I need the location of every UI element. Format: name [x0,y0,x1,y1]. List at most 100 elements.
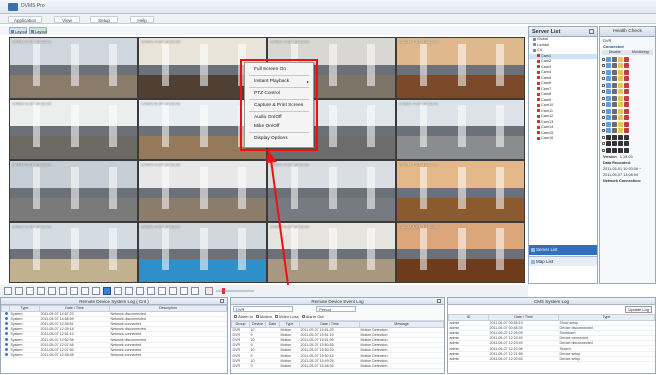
pin-icon[interactable] [220,299,224,303]
layout-6x6-button[interactable] [92,287,100,295]
app-logo-icon [8,3,18,11]
health-checkbox[interactable] [602,57,605,61]
event-log-selectors: DVR Period [231,305,444,313]
health-checkbox[interactable] [602,109,605,113]
camera-tile[interactable]: CAMM 5-CP 14:52:26 [10,99,137,159]
health-checkbox[interactable] [602,148,605,152]
table-row[interactable]: admin 2011-05-07 12:20:45 Device setup [448,356,655,363]
health-checkbox[interactable] [602,122,605,126]
menu-item-ptz-control[interactable]: PTZ Control [245,89,313,98]
health-checkbox[interactable] [602,77,605,81]
layout-3x4-button[interactable] [158,287,166,295]
table-cell [265,363,280,370]
server-list-button[interactable]: Server List [529,245,597,255]
camera-scene-pillar [70,166,79,209]
speaker-icon[interactable] [205,287,213,295]
camera-tile[interactable]: CAMM 5-CP 14:52:26 [10,161,137,221]
layout-1x1-button[interactable] [4,287,12,295]
menu-item-capture-print[interactable]: Capture & Print Screen [245,101,313,110]
camera-label: CAMM 5-CP 14:52:26 [12,100,52,106]
camera-tile[interactable]: CAMM 5-CP 14:52:26 [10,222,137,282]
camera-tile[interactable]: CAMM 4-CP 14:52:26 [397,99,524,159]
menu-view[interactable]: View [54,15,80,23]
layout-2x3-button[interactable] [147,287,155,295]
health-checkbox[interactable] [602,129,605,133]
period-select[interactable]: Period [316,306,357,312]
pin-icon[interactable] [437,299,441,303]
health-status-icon [618,141,623,147]
health-checkbox[interactable] [602,64,605,68]
health-status-icon [606,76,611,82]
health-status-icon [624,89,629,95]
camera-scene-pillar [70,43,79,86]
layout-10x10-button[interactable] [136,287,144,295]
camera-tile[interactable]: CAMM 4-CP 14:52:26 [139,222,266,282]
layout-7x7-button[interactable] [103,287,111,295]
health-checkbox[interactable] [602,96,605,100]
menu-help[interactable]: Help [130,15,154,23]
filter-label: Video Loss [278,314,299,319]
map-list-button[interactable]: Map List [529,256,597,266]
layout-tabs: Layout 1 Layout 2 [0,26,528,41]
layout-8x8-button[interactable] [114,287,122,295]
health-checkbox[interactable] [602,103,605,107]
filter-motion[interactable]: Motion [255,314,272,319]
update-log-button[interactable]: Update Log [625,306,652,313]
camera-scene-pillar [161,105,170,148]
health-checkbox[interactable] [602,142,605,146]
fit-button[interactable] [191,287,199,295]
menu-item-display-options[interactable]: Display Options [245,134,313,143]
camera-tile[interactable]: CAMM 4-CP 14:52:26 [139,161,266,221]
pin-icon[interactable] [589,29,594,34]
camera-scene-pillar [109,43,117,86]
camera-tile[interactable]: CAMM 5-CP 14:52:26 [10,38,137,98]
menu-item-full-screen[interactable]: Full Screen On [245,65,313,74]
camera-tile[interactable]: CAMM 4-CP 14:52:26 [397,222,524,282]
volume-knob[interactable] [222,288,225,294]
menu-item-mike[interactable]: Mike On/Off [245,122,313,131]
health-checkbox[interactable] [602,90,605,94]
health-checkbox[interactable] [602,70,605,74]
layout-2x2-button[interactable] [15,287,23,295]
tree-node[interactable]: Cam16 [529,136,597,142]
camera-tile[interactable]: CAMM 4-CP 14:52:26 [397,161,524,221]
cms-log-panel: CMS System Log Update Log ID Date / Time… [447,297,656,374]
health-status-icon [624,134,629,140]
volume-slider[interactable] [216,288,254,294]
sequence-button[interactable] [180,287,188,295]
health-checkbox[interactable] [602,116,605,120]
tab-layout-2[interactable]: Layout 2 [29,27,47,41]
device-select[interactable]: DVR [233,306,293,312]
layout-1p7-button[interactable] [59,287,67,295]
camera-tile[interactable]: CAMM 4-CP 14:52:26 [397,38,524,98]
health-checkbox[interactable] [602,83,605,87]
table-row[interactable]: DVR 9 Motion 2011-05-07 15:48:35 Motion Dete… [231,363,444,370]
table-row[interactable]: System 2011-05-07 12:38:48 Network connect… [1,352,227,359]
camera-scene-pillar [367,105,375,148]
layout-full-button[interactable] [169,287,177,295]
tree-node-label: Cam14 [541,125,554,129]
menu-item-audio[interactable]: Audio On/Off [245,113,313,122]
menu-setup[interactable]: Setup [90,15,118,23]
layout-1p5-button[interactable] [48,287,56,295]
menu-item-instant-playback[interactable]: Instant Playback ▸ [245,77,313,86]
health-checkbox[interactable] [602,135,605,139]
tab-layout-1[interactable]: Layout 1 [9,27,27,41]
health-status-icon [618,76,623,82]
layout-icon [31,29,34,33]
layout-1p12-button[interactable] [70,287,78,295]
camera-label: CAMM 5-CP 14:52:26 [12,223,52,229]
filter-video-loss[interactable]: Video Loss [274,314,299,319]
menu-application[interactable]: Application [8,15,42,23]
camera-scene-pillar [109,228,117,271]
filter-alarm-in[interactable]: Alarm In [234,314,253,319]
camera-scene-pillar [328,166,337,209]
camera-scene-pillar [419,105,428,148]
menu-item-label: Instant Playback [254,79,290,84]
layout-4x4-button[interactable] [37,287,45,295]
filter-alarm-out[interactable]: Alarm Out [301,314,324,319]
layout-3x3-button[interactable] [26,287,34,295]
health-status-icon [612,69,617,75]
layout-5x5-button[interactable] [81,287,89,295]
layout-9x9-button[interactable] [125,287,133,295]
